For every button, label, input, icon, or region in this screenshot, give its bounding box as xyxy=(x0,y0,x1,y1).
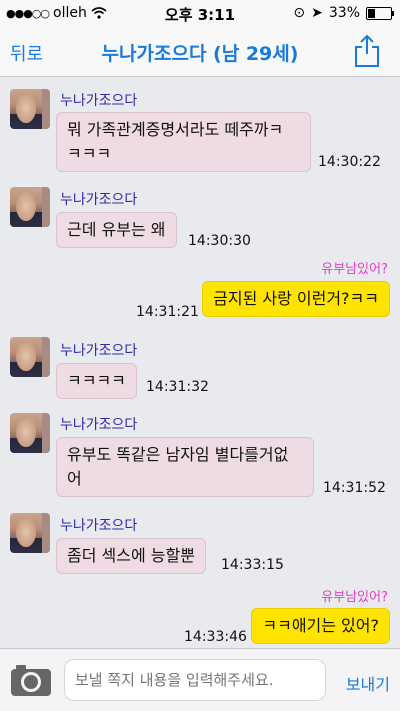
message-time: 14:33:46 xyxy=(184,629,247,645)
sender-name: 누나가조으다 xyxy=(60,192,138,208)
send-button[interactable]: 보내기 xyxy=(346,671,390,695)
message-tag: 유부남있어? xyxy=(321,590,388,605)
message-input[interactable] xyxy=(64,659,326,701)
avatar[interactable] xyxy=(10,337,50,377)
conversation-title: 누나가조으다 (남 29세) xyxy=(101,43,299,65)
navigation-bar: 뒤로 누나가조으다 (남 29세) xyxy=(0,26,400,77)
share-icon[interactable] xyxy=(352,34,382,68)
avatar[interactable] xyxy=(10,513,50,553)
sender-name: 누나가조으다 xyxy=(60,93,138,109)
rotation-lock-icon: ⊙ xyxy=(293,5,306,21)
status-right: ⊙ ➤ 33% xyxy=(293,5,394,21)
message-bubble-incoming[interactable]: 뭐 가족관계증명서라도 떼주까ㅋ ㅋㅋㅋ xyxy=(56,112,311,172)
battery-icon xyxy=(366,6,394,20)
message-bubble-incoming[interactable]: ㅋㅋㅋㅋ xyxy=(56,363,137,399)
message-time: 14:31:21 xyxy=(136,304,199,320)
message-time: 14:31:52 xyxy=(323,480,386,496)
message-time: 14:33:15 xyxy=(221,557,284,573)
composer-bar: 보내기 xyxy=(0,648,400,711)
message-time: 14:30:30 xyxy=(188,233,251,249)
sender-name: 누나가조으다 xyxy=(60,343,138,359)
battery-percent: 33% xyxy=(328,5,360,21)
avatar[interactable] xyxy=(10,187,50,227)
avatar[interactable] xyxy=(10,413,50,453)
battery-level xyxy=(368,8,375,18)
message-bubble-outgoing[interactable]: ㅋㅋ애기는 있어? xyxy=(251,608,390,644)
sender-name: 누나가조으다 xyxy=(60,417,138,433)
message-bubble-outgoing[interactable]: 금지된 사랑 이런거?ㅋㅋ xyxy=(202,281,390,317)
message-bubble-incoming[interactable]: 좀더 섹스에 능할뿐 xyxy=(56,538,206,574)
camera-icon[interactable] xyxy=(10,663,52,697)
message-time: 14:30:22 xyxy=(318,154,381,170)
location-icon: ➤ xyxy=(311,5,323,21)
message-bubble-incoming[interactable]: 근데 유부는 왜 xyxy=(56,212,177,248)
message-bubble-incoming[interactable]: 유부도 똑같은 남자임 별다를거없 어 xyxy=(56,437,314,497)
message-tag: 유부남있어? xyxy=(321,262,388,277)
status-bar: ●●●○○ olleh 오후 3:11 ⊙ ➤ 33% xyxy=(0,0,400,26)
message-list[interactable]: 누나가조으다 뭐 가족관계증명서라도 떼주까ㅋ ㅋㅋㅋ 14:30:22 누나가… xyxy=(0,77,400,648)
avatar[interactable] xyxy=(10,89,50,129)
message-time: 14:31:32 xyxy=(146,379,209,395)
sender-name: 누나가조으다 xyxy=(60,518,138,534)
